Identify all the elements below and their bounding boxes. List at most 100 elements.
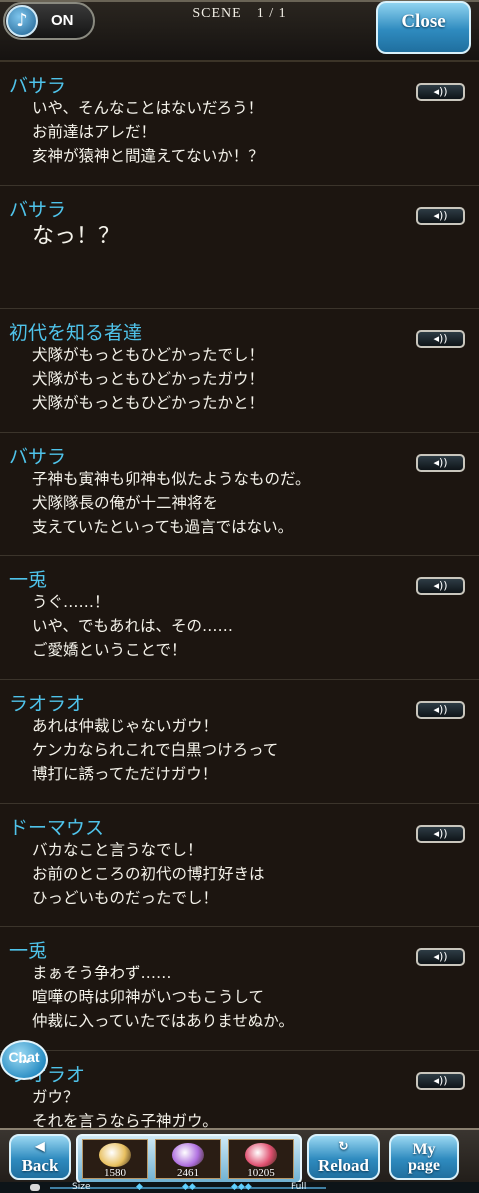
item-count: 1580 [104,1167,126,1179]
item-slot[interactable]: 10205 [228,1139,294,1179]
item-slot[interactable]: 2461 [155,1139,221,1179]
speaker-name: バサラ [9,75,67,97]
dialogue-text: うぐ……！ いや、でもあれは、その…… ご愛嬌ということで！ [32,590,233,662]
dialogue-line: ケンカなられこれで白黒つけろって [32,740,279,759]
dialogue-line: 犬隊隊長の俺が十二神将を [32,493,219,512]
dialogue-line: 亥神が猿神と間違えてないか！？ [32,147,264,165]
dialogue-line: ガウ？ [32,1087,79,1106]
size-label: Size [72,1182,91,1192]
back-label: Back [21,1156,59,1175]
voice-play-button[interactable]: ◂)) [416,1071,465,1090]
dialogue-line: 仲裁に入っていたではありませぬか。 [32,1012,294,1031]
speaker-name: 一兎 [9,940,48,963]
speaker-icon: ◂)) [433,85,448,98]
header-bar: ♪ ON SCENE 1 / 1 Close [0,0,479,62]
dialogue-line: 博打に誘ってただけガウ！ [32,764,218,783]
dialogue-line: 犬隊がもっともひどかったでし！ [32,346,265,365]
dialogue-entry: 初代を知る者達 犬隊がもっともひどかったでし！ 犬隊がもっともひどかったガウ！ 犬隊が… [0,309,479,433]
reload-button[interactable]: ↻ Reload [307,1134,380,1180]
voice-play-button[interactable]: ◂)) [416,206,465,225]
dialogue-line: うぐ……！ [32,593,110,612]
dialogue-line: お前達はアレだ！ [32,123,157,141]
speaker-name: ラオラオ [9,692,86,715]
dialogue-line: まぁそう争わず…… [32,964,172,983]
voice-play-button[interactable]: ◂)) [416,948,465,967]
size-slider-handle[interactable] [30,1184,40,1191]
item-count: 2461 [177,1167,199,1179]
speaker-icon: ◂)) [433,1073,448,1087]
size-step-large[interactable]: ◆◆◆ [231,1182,252,1193]
dialogue-text: 子神も寅神も卯神も似たようなものだ。 犬隊隊長の俺が十二神将を支えていたといっても… [32,467,311,539]
dialogue-entry: バサラいや、そんなことはないだろう！ お前達はアレだ！ 亥神が猿神と間違えてないか！… [0,62,479,186]
gold-orb-icon [99,1143,131,1167]
dialogue-entry: 一兎 まぁそう争わず…… 喧嘩の時は卯神がいつもこうして仲裁に入っていたではありませ… [0,927,479,1051]
voice-play-button[interactable]: ◂)) [416,453,465,472]
item-slot[interactable]: 1580 [82,1139,148,1179]
chat-button[interactable]: Chat ••• [0,1040,48,1080]
mypage-label-2: page [408,1157,440,1174]
dialogue-text: バカなこと言うなでし！ お前のところの初代の博打好きは ひっどいものだったでし！ [32,838,265,910]
dialogue-line: 支えていたといっても過言ではない。 [32,517,294,536]
chat-dots: ••• [18,1057,30,1068]
speaker-name: ドーマウス [9,816,105,839]
dialogue-line: なっ！？ [32,223,121,249]
dialogue-line: 犬隊がもっともひどかったガウ！ [32,370,265,389]
speaker-name: バサラ [9,198,67,221]
speaker-icon: ◂)) [433,455,448,469]
dialogue-log[interactable]: バサラ いや、そんなことはないだろう！ お前達はアレだ！ 亥神が猿神と間違えてないか！… [0,62,479,1128]
dialogue-text: 犬隊がもっともひどかったでし！ 犬隊がもっともひどかったガウ！ 犬隊がもっともひどか… [32,343,264,415]
dialogue-entry: バサラ 子神も寅神も卯神も似たようなものだ。 犬隊隊長の俺が十二神将を支えていたとい… [0,433,479,557]
dialogue-line: 犬隊がもっともひどかったかと！ [32,394,265,413]
dialogue-line: それを言うなら子神ガウ。 [32,1111,218,1128]
item-count: 10205 [247,1167,275,1179]
dialogue-text: なっ！？ [32,220,120,252]
speaker-name: バサラ [9,445,67,468]
dialogue-line: ひっどいものだったでし！ [32,888,219,907]
size-step-medium[interactable]: ◆◆ [182,1182,196,1193]
dialogue-line: バカなこと言うなでし！ [32,840,203,859]
dialogue-line: 喧嘩の時は卯神がいつもこうして [32,988,265,1007]
footer-bar: ◀ Back 1580 2461 10205 ↻ Reload My page Si… [0,1128,479,1193]
dialogue-line: いや、そんなことはないだろう！ [32,99,264,117]
back-arrow-icon: ◀ [35,1139,45,1153]
dialogue-line: いや、でもあれは、その…… [32,617,234,636]
dialogue-entry: 一兎 うぐ……！ いや、でもあれは、その…… ご愛嬌ということで！ ◂)) [0,556,479,680]
dialogue-line: あれは仲裁じゃないガウ！ [32,716,219,735]
speaker-name: 初代を知る者達 [9,322,143,345]
item-panel: 1580 2461 10205 [76,1134,302,1184]
dialogue-text: まぁそう争わず…… 喧嘩の時は卯神がいつもこうして仲裁に入っていたではありませぬか… [32,961,294,1033]
dialogue-line: ご愛嬌ということで！ [32,641,187,660]
speaker-icon: ◂)) [433,332,448,346]
voice-play-button[interactable]: ◂)) [416,577,465,596]
voice-play-button[interactable]: ◂)) [416,700,465,719]
dialogue-entry: ラオラオガウ？それを言うなら子神ガウ。手のつけられない乱暴者だったガウ。◂)) [0,1051,479,1128]
voice-play-button[interactable]: ◂)) [416,330,465,349]
close-button[interactable]: Close [376,1,471,54]
back-button[interactable]: ◀ Back [9,1134,71,1180]
voice-play-button[interactable]: ◂)) [416,824,465,843]
voice-play-button[interactable]: ◂)) [416,83,465,101]
speaker-icon: ◂)) [433,579,448,593]
dialogue-entry: バサラ なっ！？ ◂)) [0,186,479,310]
mypage-button[interactable]: My page [389,1134,459,1180]
reload-icon: ↻ [338,1139,349,1153]
speaker-icon: ◂)) [433,826,448,840]
dialogue-text: あれは仲裁じゃないガウ！ ケンカなられこれで白黒つけろって 博打に誘ってただけガウ！ [32,714,278,786]
reload-label: Reload [318,1156,369,1175]
purple-orb-icon [172,1143,204,1167]
speaker-name: 一兎 [9,569,48,592]
speaker-icon: ◂)) [433,208,448,222]
dialogue-text: ガウ？それを言うなら子神ガウ。手のつけられない乱暴者だったガウ。 [32,1085,295,1128]
speaker-icon: ◂)) [433,950,448,964]
mypage-label-1: My [412,1141,436,1158]
dialogue-entry: ラオラオ あれは仲裁じゃないガウ！ ケンカなられこれで白黒つけろって 博打に誘ってただ… [0,680,479,804]
dialogue-line: お前のところの初代の博打好きは [32,864,265,883]
speaker-icon: ◂)) [433,702,448,716]
red-orb-icon [245,1143,277,1167]
size-slider[interactable]: Size ◆ ◆◆ ◆◆◆ Full [0,1182,479,1193]
size-full-label: Full [291,1182,307,1192]
size-step-small[interactable]: ◆ [136,1182,143,1193]
dialogue-text: いや、そんなことはないだろう！ お前達はアレだ！ 亥神が猿神と間違えてないか！？ [32,96,264,168]
dialogue-entry: ドーマウス バカなこと言うなでし！ お前のところの初代の博打好きは ひっどいものだった… [0,804,479,928]
dialogue-line: 子神も寅神も卯神も似たようなものだ。 [32,469,311,488]
